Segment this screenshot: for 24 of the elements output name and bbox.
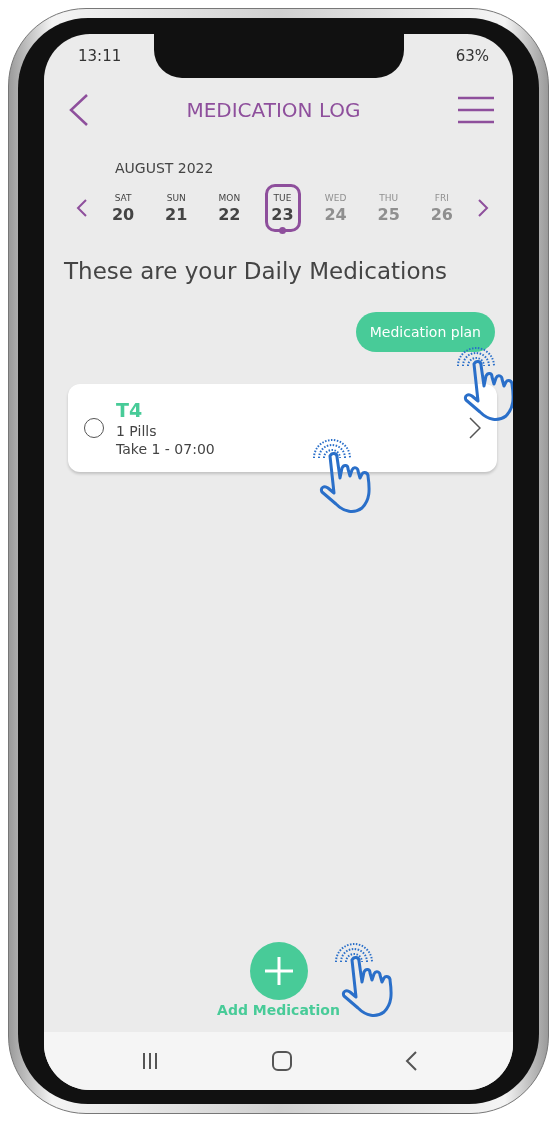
system-back-button[interactable] xyxy=(405,1050,418,1072)
back-button[interactable] xyxy=(68,93,90,127)
home-button[interactable] xyxy=(271,1050,294,1072)
add-medication-label: Add Medication xyxy=(217,1002,340,1018)
menu-button[interactable] xyxy=(457,96,495,124)
medication-card[interactable]: T4 1 Pills Take 1 - 07:00 xyxy=(68,384,497,472)
medication-amount: 1 Pills xyxy=(116,423,158,439)
medication-name: T4 xyxy=(116,399,144,421)
status-time: 13:11 xyxy=(78,47,122,65)
calendar-day[interactable]: MON 22 xyxy=(211,184,248,232)
calendar-day[interactable]: SAT 20 xyxy=(105,184,142,232)
plus-icon xyxy=(262,955,295,987)
calendar-day[interactable]: SUN 21 xyxy=(158,184,195,232)
tap-gesture-icon xyxy=(454,346,513,424)
taken-radio[interactable] xyxy=(84,418,104,438)
calendar-day[interactable]: TUE 23 xyxy=(264,184,301,232)
screen-title: MEDICATION LOG xyxy=(186,98,361,122)
month-label: AUGUST 2022 xyxy=(115,160,215,176)
medication-schedule: Take 1 - 07:00 xyxy=(116,441,216,457)
chevron-right-icon xyxy=(469,417,481,439)
battery-level: 63% xyxy=(455,47,489,65)
section-heading: These are your Daily Medications xyxy=(64,258,449,284)
next-week-button[interactable] xyxy=(477,198,489,218)
previous-week-button[interactable] xyxy=(76,198,88,218)
